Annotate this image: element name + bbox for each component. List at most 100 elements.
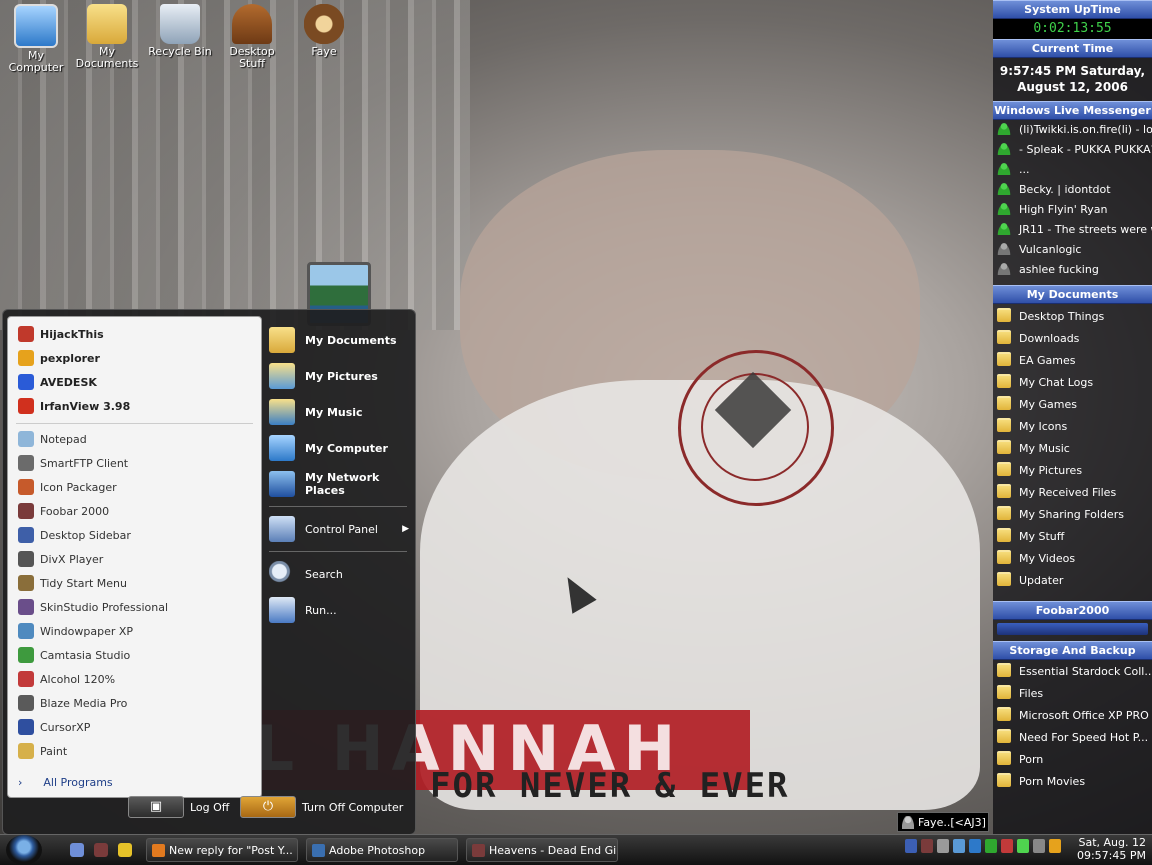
recent-program[interactable]: Tidy Start Menu xyxy=(8,572,261,596)
desktop-icon-recycle-bin[interactable]: Recycle Bin xyxy=(145,4,215,58)
folder-item[interactable]: My Music xyxy=(993,438,1152,460)
system-tray xyxy=(905,839,1061,861)
quicklaunch-star-icon[interactable] xyxy=(118,843,132,857)
log-off-button[interactable]: ▣ xyxy=(128,796,184,818)
folder-item[interactable]: Porn Movies xyxy=(993,771,1152,793)
folder-icon xyxy=(997,308,1011,322)
contact-item[interactable]: (li)Twikki.is.on.fire(li) - look xyxy=(993,120,1152,140)
folder-item[interactable]: My Videos xyxy=(993,548,1152,570)
folder-item[interactable]: Files xyxy=(993,683,1152,705)
desktop-icon-faye[interactable]: Faye xyxy=(289,4,359,58)
recent-program[interactable]: Paint xyxy=(8,740,261,764)
wallpaper-slogan: FOR NEVER & EVER xyxy=(430,766,790,806)
contact-item[interactable]: JR11 - The streets were we xyxy=(993,220,1152,240)
folder-item[interactable]: My Icons xyxy=(993,416,1152,438)
contact-item[interactable]: High Flyin' Ryan xyxy=(993,200,1152,220)
pinned-program[interactable]: pexplorer xyxy=(8,347,261,371)
contact-item[interactable]: - Spleak - PUKKA PUKKA?? xyxy=(993,140,1152,160)
log-off-control[interactable]: ▣ Log Off xyxy=(128,795,229,819)
recent-program[interactable]: Windowpaper XP xyxy=(8,620,261,644)
contact-item[interactable]: ashlee fucking xyxy=(993,260,1152,280)
folder-item[interactable]: Downloads xyxy=(993,328,1152,350)
recent-program[interactable]: Icon Packager xyxy=(8,476,261,500)
folder-item[interactable]: Porn xyxy=(993,749,1152,771)
recent-program[interactable]: SkinStudio Professional xyxy=(8,596,261,620)
folder-item[interactable]: Need For Speed Hot P... xyxy=(993,727,1152,749)
recent-program[interactable]: DivX Player xyxy=(8,548,261,572)
place-my-computer[interactable]: My Computer xyxy=(269,430,409,466)
quicklaunch-desktop-icon[interactable] xyxy=(70,843,84,857)
tray-app-icon[interactable] xyxy=(1049,839,1061,853)
contact-item[interactable]: Becky. | idontdot xyxy=(993,180,1152,200)
tray-computer-icon[interactable] xyxy=(969,839,981,853)
recent-program[interactable]: Desktop Sidebar xyxy=(8,524,261,548)
buddy-online-icon xyxy=(997,223,1011,235)
tray-status-icon[interactable] xyxy=(985,839,997,853)
tray-alert-icon[interactable] xyxy=(1001,839,1013,853)
folder-item[interactable]: Essential Stardock Coll... xyxy=(993,661,1152,683)
user-icon xyxy=(902,816,914,829)
folder-item[interactable]: Desktop Things xyxy=(993,306,1152,328)
folder-item[interactable]: My Received Files xyxy=(993,482,1152,504)
desktop-icon-my-documents[interactable]: My Documents xyxy=(72,4,142,70)
desktop-icon-desktop-stuff[interactable]: Desktop Stuff xyxy=(217,4,287,70)
task-firefox[interactable]: New reply for "Post Y... xyxy=(146,838,298,862)
windowpaper-icon xyxy=(18,623,34,639)
notepad-icon xyxy=(18,431,34,447)
folder-item[interactable]: My Pictures xyxy=(993,460,1152,482)
contact-item[interactable]: ... xyxy=(993,160,1152,180)
folder-icon xyxy=(997,707,1011,721)
task-photoshop[interactable]: Adobe Photoshop xyxy=(306,838,458,862)
recent-program[interactable]: Foobar 2000 xyxy=(8,500,261,524)
start-button[interactable] xyxy=(6,835,42,865)
folder-item[interactable]: My Chat Logs xyxy=(993,372,1152,394)
contact-item[interactable]: Vulcanlogic xyxy=(993,240,1152,260)
coconut-drink-icon xyxy=(304,4,344,44)
recycle-bin-icon xyxy=(160,4,200,44)
folder-item[interactable]: My Sharing Folders xyxy=(993,504,1152,526)
user-tag[interactable]: Faye..[<AJ3] xyxy=(897,812,989,832)
tray-foobar-icon[interactable] xyxy=(921,839,933,853)
recent-program[interactable]: Alcohol 120% xyxy=(8,668,261,692)
folder-item[interactable]: Updater xyxy=(993,570,1152,592)
task-foobar[interactable]: Heavens - Dead End Girl xyxy=(466,838,618,862)
place-my-pictures[interactable]: My Pictures xyxy=(269,358,409,394)
turn-off-control[interactable]: ⏻ Turn Off Computer xyxy=(240,795,403,819)
folder-item[interactable]: EA Games xyxy=(993,350,1152,372)
foobar-icon xyxy=(472,844,485,857)
place-my-network-places[interactable]: My Network Places xyxy=(269,466,409,502)
pinned-program[interactable]: IrfanView 3.98 xyxy=(8,395,261,419)
desktop-icon-my-computer[interactable]: My Computer xyxy=(1,4,71,74)
tray-network-icon[interactable] xyxy=(905,839,917,853)
recent-program[interactable]: SmartFTP Client xyxy=(8,452,261,476)
folder-icon xyxy=(997,773,1011,787)
recent-program[interactable]: Notepad xyxy=(8,428,261,452)
folder-item[interactable]: My Games xyxy=(993,394,1152,416)
quicklaunch-foobar-icon[interactable] xyxy=(94,843,108,857)
recent-program[interactable]: CursorXP xyxy=(8,716,261,740)
tray-speaker-icon[interactable] xyxy=(1033,839,1045,853)
turn-off-button[interactable]: ⏻ xyxy=(240,796,296,818)
folder-item[interactable]: Microsoft Office XP PRO xyxy=(993,705,1152,727)
search-item[interactable]: Search xyxy=(269,556,409,592)
all-programs-button[interactable]: › All Programs xyxy=(18,776,113,789)
tidy-start-menu-icon xyxy=(18,575,34,591)
menu-separator xyxy=(269,506,407,507)
place-my-music[interactable]: My Music xyxy=(269,394,409,430)
taskbar-clock[interactable]: Sat, Aug. 12 09:57:45 PM xyxy=(1077,836,1146,862)
recent-program[interactable]: Camtasia Studio xyxy=(8,644,261,668)
tray-user-icon[interactable] xyxy=(937,839,949,853)
run-item[interactable]: Run... xyxy=(269,592,409,628)
folder-icon xyxy=(997,528,1011,542)
place-my-documents[interactable]: My Documents xyxy=(269,322,409,358)
recent-program[interactable]: Blaze Media Pro xyxy=(8,692,261,716)
control-panel-item[interactable]: Control Panel ▶ xyxy=(269,511,409,547)
folder-item[interactable]: My Stuff xyxy=(993,526,1152,548)
buddy-online-icon xyxy=(997,163,1011,175)
pinned-program[interactable]: HijackThis xyxy=(8,323,261,347)
folder-icon xyxy=(997,440,1011,454)
tray-display-icon[interactable] xyxy=(953,839,965,853)
control-panel-icon xyxy=(269,516,295,542)
tray-messenger-icon[interactable] xyxy=(1017,839,1029,853)
pinned-program[interactable]: AVEDESK xyxy=(8,371,261,395)
